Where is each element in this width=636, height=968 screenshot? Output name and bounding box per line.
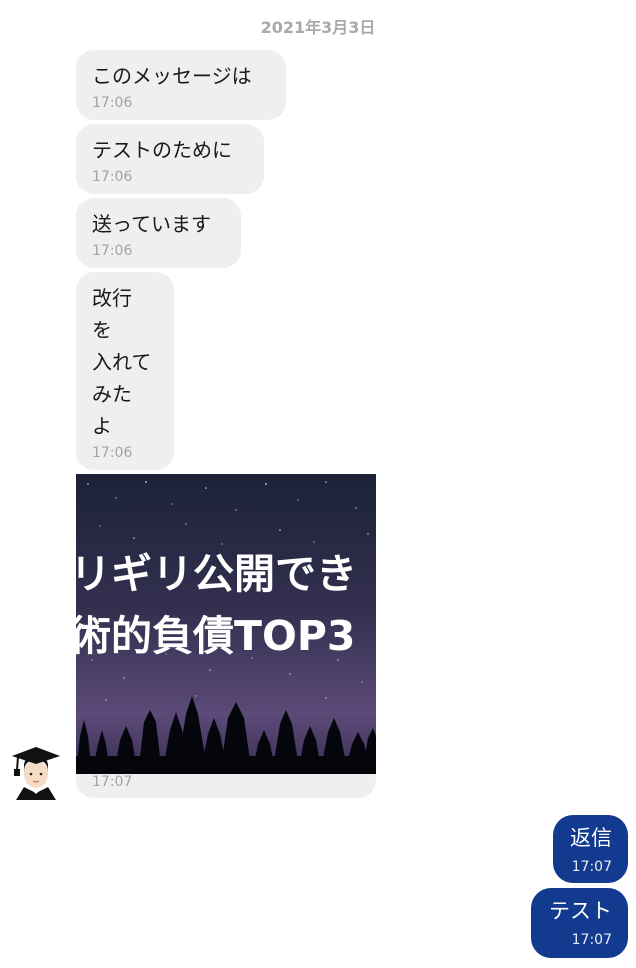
image-message[interactable]: リギリ公開でき 術的負債TOP3 17:07	[76, 474, 376, 798]
message-text: 送っています	[92, 212, 211, 236]
graduate-avatar-icon	[12, 747, 60, 800]
message-time: 17:07	[571, 932, 612, 948]
shared-image[interactable]: リギリ公開でき 術的負債TOP3	[76, 474, 376, 774]
message-text: 返信	[570, 826, 612, 850]
message-time: 17:06	[92, 243, 133, 259]
message-time: 17:07	[571, 859, 612, 875]
image-caption-line1: リギリ公開でき	[76, 550, 357, 598]
message-text: 改行 を 入れて みた よ	[92, 286, 152, 438]
message-time: 17:06	[92, 445, 133, 461]
incoming-message[interactable]: 改行 を 入れて みた よ 17:06	[76, 272, 174, 470]
message-text: テスト	[549, 899, 612, 923]
message-text: このメッセージは	[92, 64, 252, 88]
incoming-message[interactable]: テストのために 17:06	[76, 124, 264, 194]
message-time: 17:06	[92, 95, 133, 111]
avatar[interactable]	[10, 744, 62, 800]
message-time: 17:06	[92, 169, 133, 185]
message-text: テストのために	[92, 138, 232, 162]
incoming-message[interactable]: 送っています 17:06	[76, 198, 241, 268]
incoming-message[interactable]: このメッセージは 17:06	[76, 50, 286, 120]
date-separator: 2021年3月3日	[260, 18, 376, 37]
outgoing-message[interactable]: 返信 17:07	[553, 815, 628, 883]
image-caption-line2: 術的負債TOP3	[76, 612, 355, 660]
message-time: 17:07	[92, 774, 133, 790]
outgoing-message[interactable]: テスト 17:07	[531, 888, 628, 958]
